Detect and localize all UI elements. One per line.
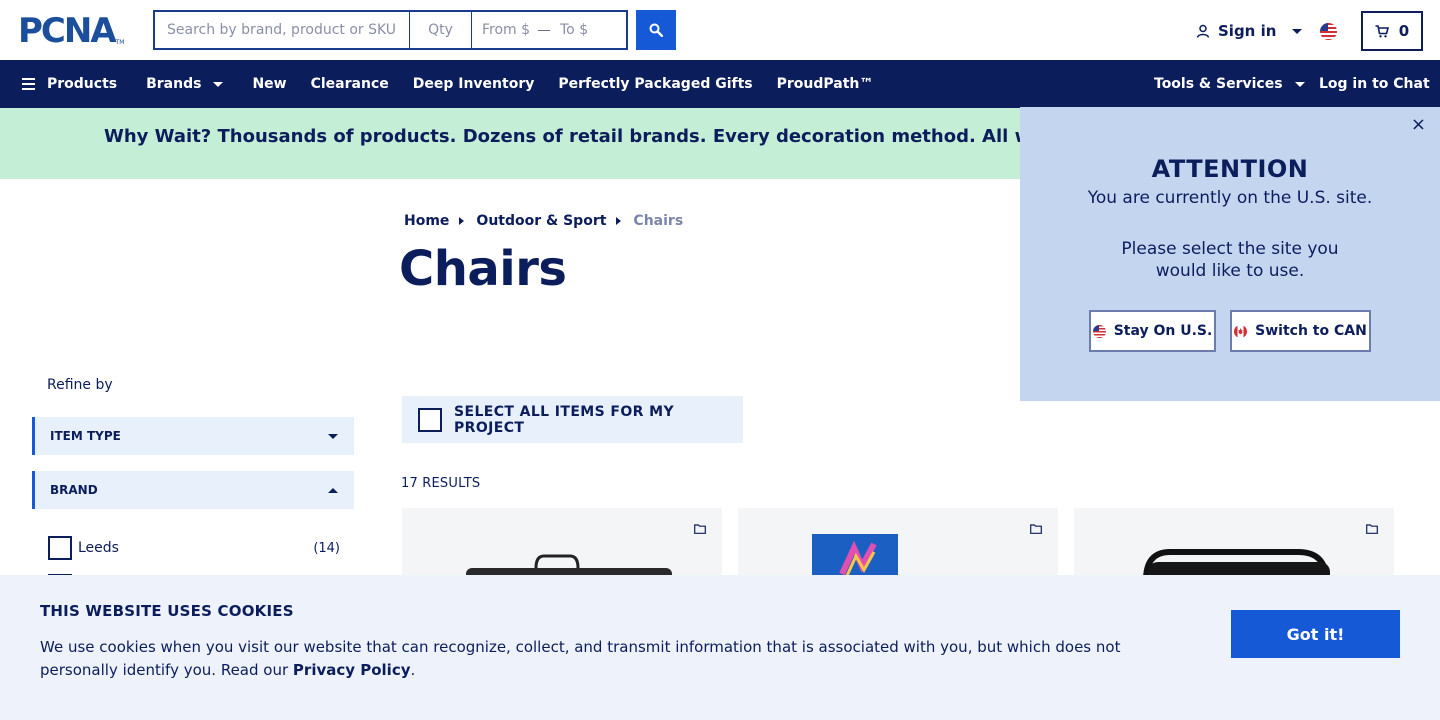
nav-proudpath[interactable]: ProudPath™	[777, 60, 874, 108]
search-input[interactable]	[155, 12, 410, 48]
stay-on-us-button[interactable]: Stay On U.S.	[1089, 310, 1216, 352]
privacy-policy-link[interactable]: Privacy Policy	[293, 661, 411, 679]
cookie-accept-button[interactable]: Got it!	[1231, 610, 1400, 658]
site-header: PCNA TM Sign in 0	[0, 0, 1440, 60]
facet-brand-label: BRAND	[50, 483, 98, 497]
breadcrumb-home[interactable]: Home	[404, 213, 449, 229]
switch-to-can-button[interactable]: Switch to CAN	[1230, 310, 1371, 352]
facet-item-type[interactable]: ITEM TYPE	[32, 417, 354, 455]
logo-text: PCNA	[18, 11, 117, 51]
cart-icon	[1375, 24, 1389, 37]
refine-by-label: Refine by	[47, 377, 113, 393]
promo-banner-text: Why Wait? Thousands of products. Dozens …	[104, 126, 1175, 147]
cookie-period: .	[410, 661, 416, 679]
chevron-down-icon	[1294, 81, 1305, 87]
chevron-down-icon	[213, 81, 224, 87]
sign-in-label: Sign in	[1218, 22, 1277, 40]
nav-products-label: Products	[47, 76, 118, 92]
user-icon	[1196, 24, 1210, 38]
nav-clearance[interactable]: Clearance	[311, 60, 389, 108]
facet-option-leeds[interactable]: Leeds (14)	[48, 536, 340, 560]
select-all-toggle[interactable]: SELECT ALL ITEMS FOR MY PROJECT	[402, 396, 743, 443]
us-flag-icon	[1092, 324, 1106, 338]
cookie-title: THIS WEBSITE USES COOKIES	[40, 602, 294, 620]
page-title: Chairs	[399, 241, 567, 297]
search-button[interactable]	[636, 10, 676, 50]
breadcrumb-outdoor-sport[interactable]: Outdoor & Sport	[476, 213, 606, 229]
chevron-down-icon	[328, 433, 338, 439]
close-icon[interactable]: ×	[1411, 116, 1426, 134]
switch-to-can-label: Switch to CAN	[1255, 323, 1367, 339]
popup-current-site-text: You are currently on the U.S. site.	[1087, 188, 1373, 208]
menu-icon	[22, 78, 35, 90]
nav-log-in-to-chat[interactable]: Log in to Chat	[1319, 60, 1430, 108]
cookie-banner: THIS WEBSITE USES COOKIES We use cookies…	[0, 575, 1440, 720]
price-to-input[interactable]	[560, 22, 616, 38]
breadcrumb: Home Outdoor & Sport Chairs	[404, 213, 683, 229]
search-icon	[649, 23, 663, 37]
popup-select-site-text: Please select the site you would like to…	[1121, 239, 1339, 281]
nav-brands[interactable]: Brands	[146, 60, 224, 108]
cookie-text: We use cookies when you visit our websit…	[40, 636, 1140, 682]
select-all-checkbox[interactable]	[418, 407, 442, 432]
price-from-input[interactable]	[482, 22, 538, 38]
nav-perfectly-packaged-gifts[interactable]: Perfectly Packaged Gifts	[558, 60, 752, 108]
stay-on-us-label: Stay On U.S.	[1113, 323, 1213, 339]
leeds-checkbox[interactable]	[48, 536, 72, 560]
quantity-input[interactable]	[410, 12, 472, 48]
canada-flag-icon	[1234, 324, 1248, 338]
facet-item-type-label: ITEM TYPE	[50, 429, 121, 443]
results-count: 17 RESULTS	[401, 476, 481, 491]
facet-option-label: Leeds	[78, 540, 119, 556]
popup-title: ATTENTION	[1151, 155, 1309, 183]
nav-tools-services[interactable]: Tools & Services	[1154, 60, 1305, 108]
nav-products[interactable]: Products	[22, 60, 117, 108]
price-range-dash	[538, 29, 550, 31]
caret-right-icon	[616, 217, 622, 225]
cart-button[interactable]: 0	[1361, 11, 1423, 51]
cookie-body-text: We use cookies when you visit our websit…	[40, 638, 1121, 679]
caret-right-icon	[459, 217, 465, 225]
sign-in-menu[interactable]: Sign in	[1196, 20, 1303, 42]
logo-trademark: TM	[115, 39, 125, 46]
nav-new[interactable]: New	[252, 60, 286, 108]
nav-brands-label: Brands	[146, 76, 202, 92]
us-flag-icon[interactable]	[1320, 23, 1337, 40]
main-nav: Products Brands New Clearance Deep Inven…	[0, 60, 1440, 108]
chevron-down-icon	[1292, 28, 1303, 34]
select-all-label: SELECT ALL ITEMS FOR MY PROJECT	[454, 403, 674, 436]
pcna-logo[interactable]: PCNA TM	[18, 14, 124, 48]
price-range	[472, 12, 626, 48]
cart-count: 0	[1398, 22, 1410, 40]
facet-option-count: (14)	[313, 540, 340, 556]
facet-brand[interactable]: BRAND	[32, 471, 354, 509]
search-bar	[153, 10, 628, 50]
nav-tools-services-label: Tools & Services	[1154, 76, 1283, 92]
site-selector-popup: × ATTENTION You are currently on the U.S…	[1020, 107, 1440, 401]
nav-deep-inventory[interactable]: Deep Inventory	[413, 60, 535, 108]
chevron-up-icon	[328, 487, 338, 493]
breadcrumb-current: Chairs	[633, 213, 684, 229]
